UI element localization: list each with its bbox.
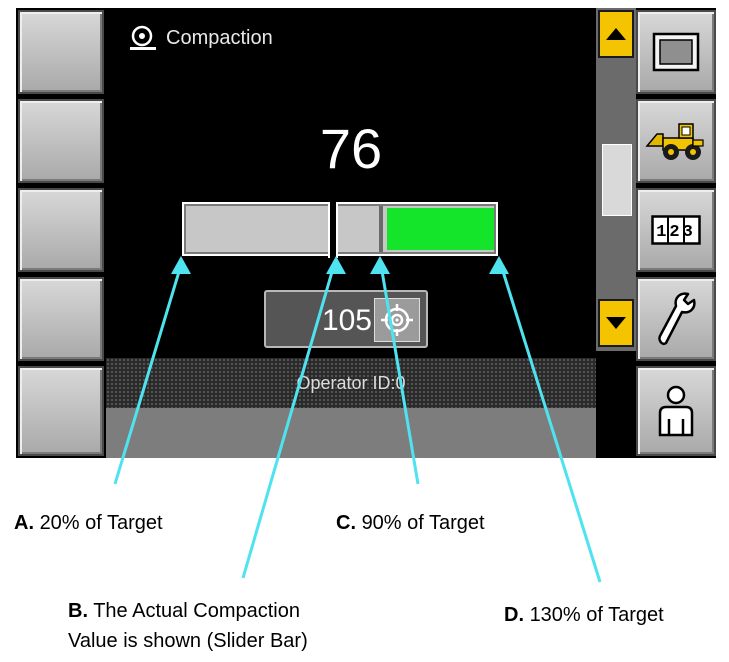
annotation-d: D. 130% of Target: [504, 600, 664, 630]
callout-arrow-d: [489, 256, 509, 274]
callout-line-a: [113, 264, 183, 485]
annotation-c-letter: C.: [336, 512, 356, 534]
annotation-d-letter: D.: [504, 604, 524, 626]
annotation-c-text: 90% of Target: [361, 512, 485, 534]
annotation-b-text-line2: Value is shown (Slider Bar): [68, 630, 308, 652]
callout-line-b: [241, 264, 336, 579]
callout-line-d: [499, 264, 602, 583]
callout-arrow-a: [171, 256, 191, 274]
annotation-a-letter: A.: [14, 512, 34, 534]
annotation-b-letter: B.: [68, 600, 88, 622]
annotation-b: B. The Actual Compaction Value is shown …: [68, 596, 308, 656]
annotation-b-text-line1: The Actual Compaction: [93, 600, 300, 622]
callout-line-c: [379, 264, 420, 485]
callout-lines: [113, 256, 602, 583]
annotation-c: C. 90% of Target: [336, 508, 485, 538]
annotation-a-text: 20% of Target: [39, 512, 163, 534]
callout-arrow-c: [370, 256, 390, 274]
annotation-d-text: 130% of Target: [529, 604, 664, 626]
callout-arrow-b: [326, 256, 346, 274]
annotation-a: A. 20% of Target: [14, 508, 163, 538]
